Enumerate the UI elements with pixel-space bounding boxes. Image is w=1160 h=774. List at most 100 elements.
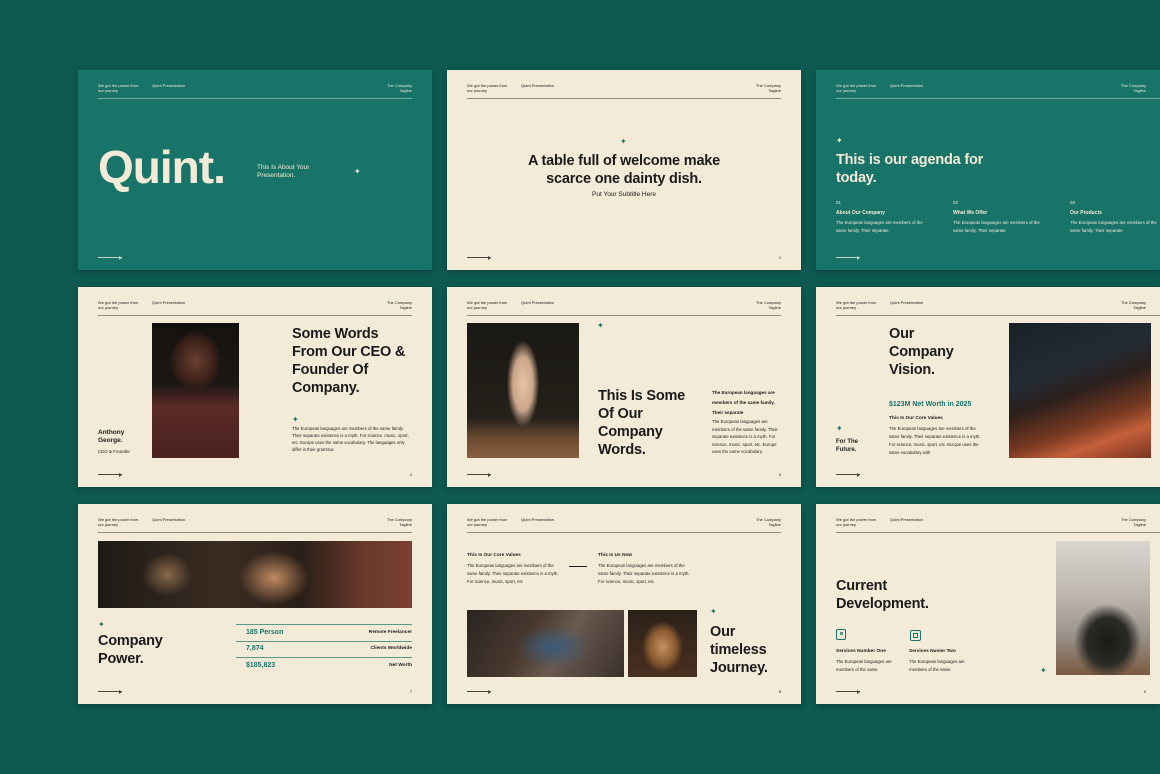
agenda-title: This is our agenda for today. — [836, 152, 984, 186]
words-title: This Is Some Of Our Company Words. — [598, 388, 686, 458]
service-two-title: Services Numer Two — [909, 649, 956, 654]
slide-journey[interactable]: We got the power from our journey Quint … — [447, 504, 801, 704]
ceo-text: The European languages are members of th… — [292, 426, 409, 452]
header-mid: Quint Presentation — [890, 517, 924, 522]
arrow-right-icon — [467, 256, 491, 260]
header-right: The Company Tagline — [386, 83, 412, 93]
header-mid: Quint Presentation — [521, 83, 555, 88]
header-left: We got the power from our journey — [836, 83, 877, 93]
agenda-item-2: 02 What We Offer The European languages … — [953, 200, 1043, 235]
agenda-num: 01 — [836, 200, 842, 205]
slide-agenda[interactable]: We got the power from our journey Quint … — [816, 70, 1160, 270]
page-number: 5 — [778, 472, 781, 477]
header-left: We got the power from our journey — [467, 83, 508, 93]
agenda-label: About Our Company — [836, 210, 885, 216]
sparkle-icon: ✦ — [836, 136, 843, 145]
slide-company-power[interactable]: We got the power from our journey Quint … — [78, 504, 432, 704]
vision-sub: This Is Our Core Values — [889, 416, 943, 421]
agenda-text: The European languages are members of th… — [953, 220, 1040, 233]
header-right: The Company Tagline — [755, 517, 781, 527]
sparkle-icon: ✦ — [354, 167, 361, 176]
quote-title: A table full of welcome make scarce one … — [527, 153, 721, 187]
core-values-title: This Is Our Core Values — [467, 553, 521, 558]
sparkle-icon: ✦ — [710, 607, 717, 616]
sofa-photo — [467, 610, 624, 677]
slide-quote[interactable]: We got the power from our journey Quint … — [447, 70, 801, 270]
stat-row: 7,874 Clients Worldwide — [236, 641, 412, 657]
sparkle-icon: ✦ — [597, 321, 604, 330]
quote-subtitle: Put Your Subtitle Here — [592, 191, 656, 198]
header-divider — [836, 98, 1160, 99]
header-right: The Company Tagline — [755, 300, 781, 310]
header-divider — [98, 532, 412, 533]
header-left: We got the power from our journey — [467, 517, 508, 527]
stat-value: 7,874 — [246, 645, 264, 653]
words-lead: The European languages are members of th… — [712, 390, 775, 415]
arrow-right-icon — [98, 473, 122, 477]
service-two-text: The European languages are members of th… — [909, 659, 965, 672]
slide-ceo[interactable]: We got the power from our journey Quint … — [78, 287, 432, 487]
us-now-text: The European languages are members of th… — [598, 563, 690, 584]
us-now-title: This Is Us Now — [598, 553, 633, 558]
agenda-num: 02 — [953, 200, 959, 205]
sparkle-icon: ✦ — [1040, 666, 1047, 675]
header-left: We got the power from our journey — [98, 517, 139, 527]
stat-label: Clients Worldwide — [370, 646, 413, 652]
stat-row: 185 Person Remote Freelancer — [236, 625, 412, 641]
slide-development[interactable]: We got the power from our journey Quint … — [816, 504, 1160, 704]
sparkle-icon: ✦ — [292, 415, 299, 424]
words-text: The European languages are members of th… — [712, 419, 778, 454]
ceo-name: Anthony George. — [98, 429, 125, 444]
stat-value: $185,823 — [246, 661, 276, 669]
vision-stat: $123M Net Worth in 2025 — [889, 401, 972, 408]
core-values-text: The European languages are members of th… — [467, 563, 559, 584]
stat-label: Net Worth — [389, 662, 412, 668]
header-mid: Quint Presentation — [890, 300, 924, 305]
hands-face-photo — [628, 610, 697, 677]
header-left: We got the power from our journey — [98, 83, 139, 93]
page-number: 2 — [778, 255, 781, 260]
sparkle-icon: ✦ — [98, 620, 105, 629]
header-divider — [467, 315, 781, 316]
header-right: The Company Tagline — [1120, 300, 1146, 310]
header-divider — [836, 315, 1160, 316]
arrow-right-icon — [836, 256, 860, 260]
sparkle-icon: ✦ — [836, 424, 843, 433]
header-mid: Quint Presentation — [152, 300, 186, 305]
header-right: The Company Tagline — [386, 300, 412, 310]
header-divider — [836, 532, 1160, 533]
header-right: The Company Tagline — [755, 83, 781, 93]
header-left: We got the power from our journey — [836, 517, 877, 527]
vision-text: The European languages are members of th… — [889, 426, 981, 455]
woman-portrait-photo — [467, 323, 579, 458]
header-divider — [467, 532, 781, 533]
agenda-num: 03 — [1070, 200, 1076, 205]
slide-cover[interactable]: We got the power from our journey Quint … — [78, 70, 432, 270]
agenda-text: The European languages are members of th… — [1070, 220, 1157, 233]
power-stats: 185 Person Remote Freelancer 7,874 Clien… — [236, 624, 412, 674]
header-divider — [98, 315, 412, 316]
header-divider — [98, 98, 412, 99]
arrow-right-icon — [98, 690, 122, 694]
cover-title: Quint. — [98, 141, 226, 193]
arrow-right-icon — [98, 256, 122, 260]
cover-subtitle: This Is About Your Presentation. — [257, 164, 310, 179]
header-left: We got the power from our journey — [98, 300, 139, 310]
vision-future: For The Future. — [836, 439, 858, 453]
agenda-text: The European languages are members of th… — [836, 220, 923, 233]
development-title: Current Development. — [836, 578, 929, 612]
arrow-right-icon — [467, 690, 491, 694]
agenda-label: Our Products — [1070, 210, 1102, 216]
slide-vision[interactable]: We got the power from our journey Quint … — [816, 287, 1160, 487]
page-number: 7 — [409, 689, 412, 694]
page-number: 9 — [1143, 689, 1146, 694]
header-right: The Company Tagline — [1120, 517, 1146, 527]
arrow-right-icon — [467, 473, 491, 477]
box-icon — [910, 630, 921, 641]
header-mid: Quint Presentation — [890, 83, 924, 88]
reading-room-photo — [98, 541, 412, 608]
roof-photo — [1009, 323, 1151, 458]
header-right: The Company Tagline — [1120, 83, 1146, 93]
slide-company-words[interactable]: We got the power from our journey Quint … — [447, 287, 801, 487]
page-number: 4 — [409, 472, 412, 477]
